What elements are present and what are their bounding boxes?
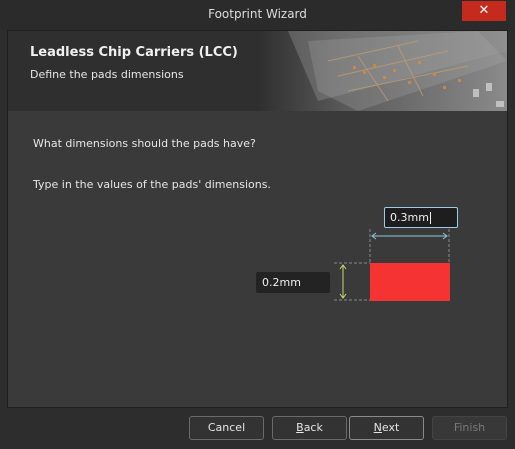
back-button[interactable]: Back <box>272 416 347 440</box>
height-dimension <box>334 262 370 301</box>
next-button[interactable]: Next <box>349 416 424 440</box>
wizard-footer: Cancel Back Next Finish <box>0 408 515 449</box>
wizard-page: Leadless Chip Carriers (LCC) Define the … <box>7 30 508 408</box>
pad-dimension-lines <box>334 229 450 301</box>
window-title: Footprint Wizard <box>208 7 307 21</box>
finish-button: Finish <box>432 416 507 440</box>
footprint-wizard-window: Footprint Wizard ✕ Leadless Chip Carrier… <box>0 0 515 449</box>
close-button[interactable]: ✕ <box>462 1 506 21</box>
pad-preview <box>370 263 450 301</box>
close-icon: ✕ <box>478 3 490 18</box>
title-bar: Footprint Wizard ✕ <box>0 0 515 30</box>
pad-height-input[interactable]: 0.2mm <box>256 272 330 293</box>
cancel-button[interactable]: Cancel <box>189 416 264 440</box>
width-dimension <box>369 229 450 263</box>
